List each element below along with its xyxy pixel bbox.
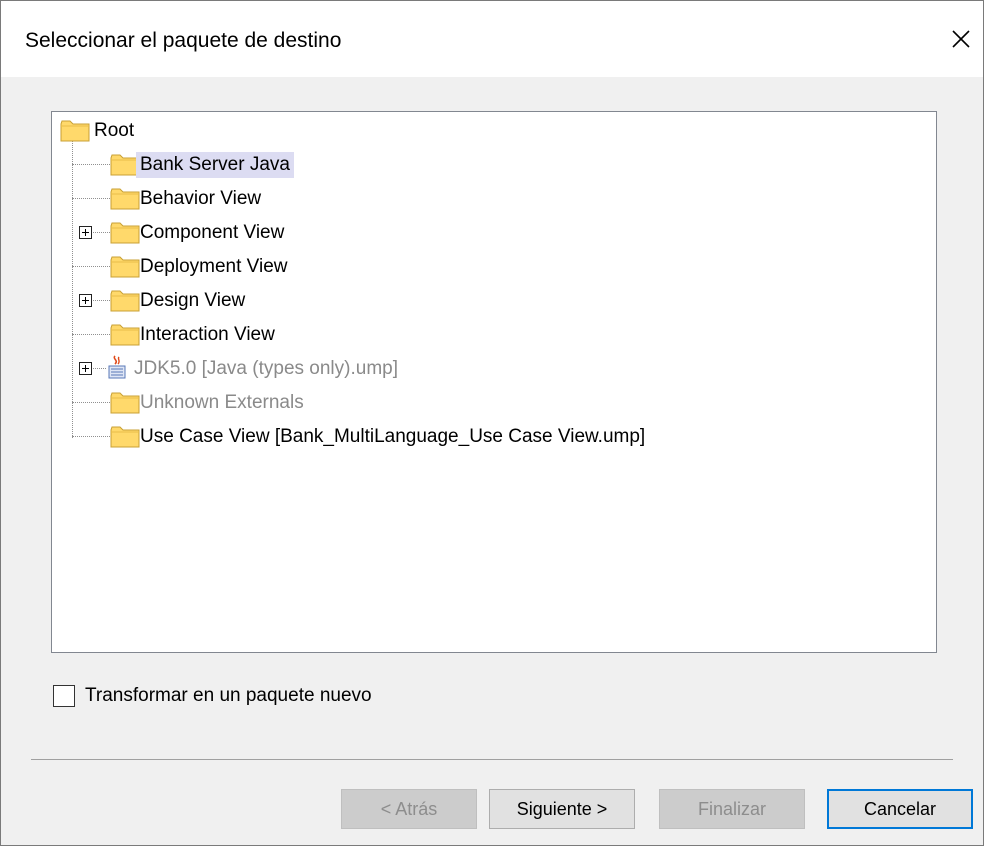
tree-connector (72, 266, 110, 267)
title-bar: Seleccionar el paquete de destino (1, 1, 983, 77)
new-package-checkbox[interactable] (53, 685, 75, 707)
package-tree[interactable]: Root Bank Server Java Behavior View Comp… (51, 111, 937, 653)
tree-item-label: Behavior View (140, 188, 262, 209)
tree-item-label: JDK5.0 [Java (types only).ump] (134, 358, 398, 379)
tree-connector-vertical (72, 138, 73, 438)
tree-item-label: Bank Server Java (136, 152, 294, 178)
separator (31, 759, 953, 760)
cancel-button[interactable]: Cancelar (827, 789, 973, 829)
tree-connector (72, 334, 110, 335)
next-button[interactable]: Siguiente > (489, 789, 635, 829)
close-button[interactable] (945, 21, 977, 57)
tree-item-label: Interaction View (140, 324, 275, 345)
tree-connector (72, 436, 110, 437)
expand-icon[interactable] (79, 226, 92, 239)
expand-icon[interactable] (79, 294, 92, 307)
new-package-option[interactable]: Transformar en un paquete nuevo (53, 685, 372, 707)
tree-item-label: Use Case View [Bank_MultiLanguage_Use Ca… (140, 426, 646, 447)
tree-connector (72, 164, 110, 165)
tree-connector (72, 198, 110, 199)
tree-item-label: Deployment View (140, 256, 288, 277)
close-icon (952, 30, 970, 48)
select-target-package-dialog: Seleccionar el paquete de destino Root B… (0, 0, 984, 846)
new-package-label: Transformar en un paquete nuevo (85, 685, 372, 706)
finish-button[interactable]: Finalizar (659, 789, 805, 829)
tree-item-label: Design View (140, 290, 246, 311)
tree-item-label: Component View (140, 222, 285, 243)
dialog-title: Seleccionar el paquete de destino (25, 29, 342, 52)
folder-icon (60, 120, 90, 142)
tree-connector (72, 402, 110, 403)
tree-item-label: Root (94, 120, 135, 141)
expand-icon[interactable] (79, 362, 92, 375)
tree-item-label: Unknown Externals (140, 392, 304, 413)
back-button[interactable]: < Atrás (341, 789, 477, 829)
java-package-icon (108, 355, 126, 379)
